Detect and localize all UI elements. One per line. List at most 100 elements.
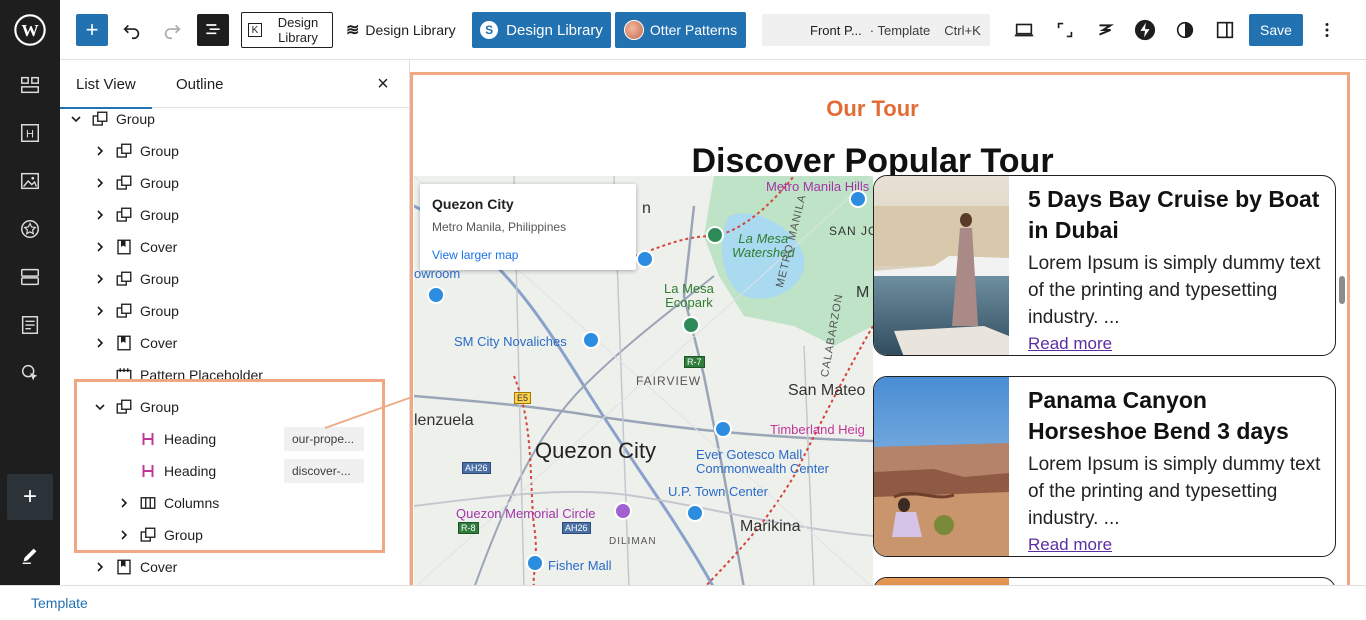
tab-outline[interactable]: Outline — [176, 60, 224, 108]
chevron-right-icon[interactable] — [92, 143, 108, 159]
chevron-right-icon[interactable] — [92, 207, 108, 223]
group-block-icon — [90, 109, 110, 129]
map-shop-pin-icon[interactable] — [686, 504, 704, 522]
map-shop-pin-icon[interactable] — [526, 554, 544, 572]
canvas-scrollbar[interactable] — [1339, 276, 1345, 304]
list-view-item-label: Group — [140, 175, 179, 191]
otter-patterns-button[interactable]: Otter Patterns — [615, 12, 746, 48]
map-label-san-mateo: San Mateo — [788, 382, 866, 399]
map-label-fairview: FAIRVIEW — [636, 374, 702, 388]
svg-text:H: H — [26, 129, 34, 141]
map-label-showroom: owroom — [414, 266, 461, 281]
list-view-item-cover[interactable]: Cover — [60, 551, 409, 583]
fullscreen-icon[interactable] — [1049, 14, 1081, 46]
media-icon[interactable] — [10, 161, 50, 201]
desktop-preview-icon[interactable] — [1008, 14, 1040, 46]
list-view-item-group[interactable]: Group — [60, 167, 409, 199]
stackable-settings-icon[interactable] — [1089, 14, 1121, 46]
tab-list-view[interactable]: List View — [60, 60, 152, 109]
bolt-icon[interactable] — [1129, 14, 1161, 46]
save-button[interactable]: Save — [1249, 14, 1303, 46]
group-block-icon — [114, 205, 134, 225]
block-inserter-button[interactable]: + — [76, 14, 108, 46]
tour-card: 5 Days Bay Cruise by Boat in Dubai Lorem… — [873, 175, 1336, 356]
map-park-pin-icon[interactable] — [682, 316, 700, 334]
edit-pencil-icon[interactable] — [10, 535, 50, 575]
list-view-item-group[interactable]: Group — [60, 103, 409, 135]
command-palette-bar[interactable]: Front P... · Template Ctrl+K — [762, 14, 990, 46]
tour-excerpt: Lorem Ipsum is simply dummy text of the … — [1028, 454, 1321, 529]
view-larger-map-link[interactable]: View larger map — [432, 248, 518, 262]
panel-tabs: List View Outline × — [60, 60, 409, 109]
map-shop-pin-icon[interactable] — [636, 250, 654, 268]
list-view-item-group[interactable]: Group — [60, 199, 409, 231]
map-label-memorial-circle: Quezon Memorial Circle — [456, 506, 596, 521]
map-landmark-pin-icon[interactable] — [614, 502, 632, 520]
cover-block-icon — [114, 557, 134, 577]
group-block-icon — [114, 173, 134, 193]
document-overview-button[interactable] — [197, 14, 229, 46]
map-place-region: Metro Manila, Philippines — [432, 220, 567, 234]
tour-image-dubai-cruise — [874, 176, 1009, 355]
map-shop-pin-icon[interactable] — [849, 190, 867, 208]
navigation-icon[interactable] — [10, 65, 50, 105]
contrast-icon[interactable] — [1169, 14, 1201, 46]
styles-icon[interactable] — [10, 209, 50, 249]
list-view-item-group[interactable]: Group — [60, 135, 409, 167]
design-library-label: Design Library — [506, 21, 603, 39]
list-view-item-label: Group — [140, 143, 179, 159]
chevron-right-icon[interactable] — [92, 559, 108, 575]
list-view-item-cover[interactable]: Cover — [60, 327, 409, 359]
road-shield-e5: E5 — [514, 392, 532, 404]
map-park-pin-icon[interactable] — [706, 226, 724, 244]
list-view-item-label: Cover — [140, 559, 178, 575]
map-shop-pin-icon[interactable] — [714, 420, 732, 438]
tour-title[interactable]: 5 Days Bay Cruise by Boat in Dubai — [1028, 184, 1328, 246]
chevron-right-icon[interactable] — [92, 271, 108, 287]
heading-block-icon[interactable]: H — [10, 113, 50, 153]
chevron-right-icon[interactable] — [92, 303, 108, 319]
map-label-timberland: Timberland Heig — [770, 422, 865, 437]
redo-icon[interactable] — [156, 14, 188, 46]
document-type: · Template — [869, 22, 931, 38]
google-map[interactable]: Quezon City Metro Manila, Philippines Vi… — [414, 176, 873, 588]
map-label-sm-novaliches: SM City Novaliches — [454, 334, 567, 349]
close-icon[interactable]: × — [371, 72, 395, 96]
chevron-right-icon[interactable] — [92, 239, 108, 255]
chevron-right-icon[interactable] — [92, 335, 108, 351]
read-more-link[interactable]: Read more — [1028, 535, 1112, 555]
group-block-icon — [114, 269, 134, 289]
map-label-marikina: Marikina — [740, 518, 801, 535]
map-shop-pin-icon[interactable] — [582, 331, 600, 349]
more-options-icon[interactable] — [1311, 14, 1343, 46]
select-pointer-icon[interactable] — [10, 353, 50, 393]
tour-title[interactable]: Panama Canyon Horseshoe Bend 3 days — [1028, 385, 1328, 447]
chevron-down-icon[interactable] — [68, 111, 84, 127]
design-library-text-button[interactable]: ≋ Design Library — [346, 12, 456, 48]
design-library-k-icon: K — [248, 23, 262, 37]
design-library-text-label: Design Library — [365, 22, 456, 38]
list-view-item-group[interactable]: Group — [60, 263, 409, 295]
map-place-name: Quezon City — [432, 196, 514, 212]
otter-avatar-icon — [623, 20, 644, 40]
design-library-outline-button[interactable]: K Design Library — [241, 12, 333, 48]
tour-eyebrow-heading[interactable]: Our Tour — [410, 96, 1335, 122]
pages-icon[interactable] — [10, 305, 50, 345]
map-shop-pin-icon[interactable] — [427, 286, 445, 304]
list-view-item-cover[interactable]: Cover — [60, 231, 409, 263]
breadcrumb-template[interactable]: Template — [31, 595, 88, 611]
road-shield-r7: R-7 — [684, 356, 705, 368]
chevron-right-icon[interactable] — [92, 175, 108, 191]
list-view-item-label: Cover — [140, 335, 178, 351]
list-view-item-group[interactable]: Group — [60, 295, 409, 327]
stackable-icon: ≋ — [346, 22, 360, 39]
design-library-button[interactable]: S Design Library — [472, 12, 611, 48]
undo-icon[interactable] — [116, 14, 148, 46]
map-label-ever-gotesco: Ever Gotesco Mall Commonwealth Center — [696, 447, 829, 476]
wordpress-logo-icon[interactable]: W — [10, 10, 50, 50]
templates-icon[interactable] — [10, 257, 50, 297]
read-more-link[interactable]: Read more — [1028, 334, 1112, 354]
add-block-rail-button[interactable]: + — [7, 474, 53, 520]
cover-block-icon — [114, 333, 134, 353]
settings-sidebar-icon[interactable] — [1209, 14, 1241, 46]
